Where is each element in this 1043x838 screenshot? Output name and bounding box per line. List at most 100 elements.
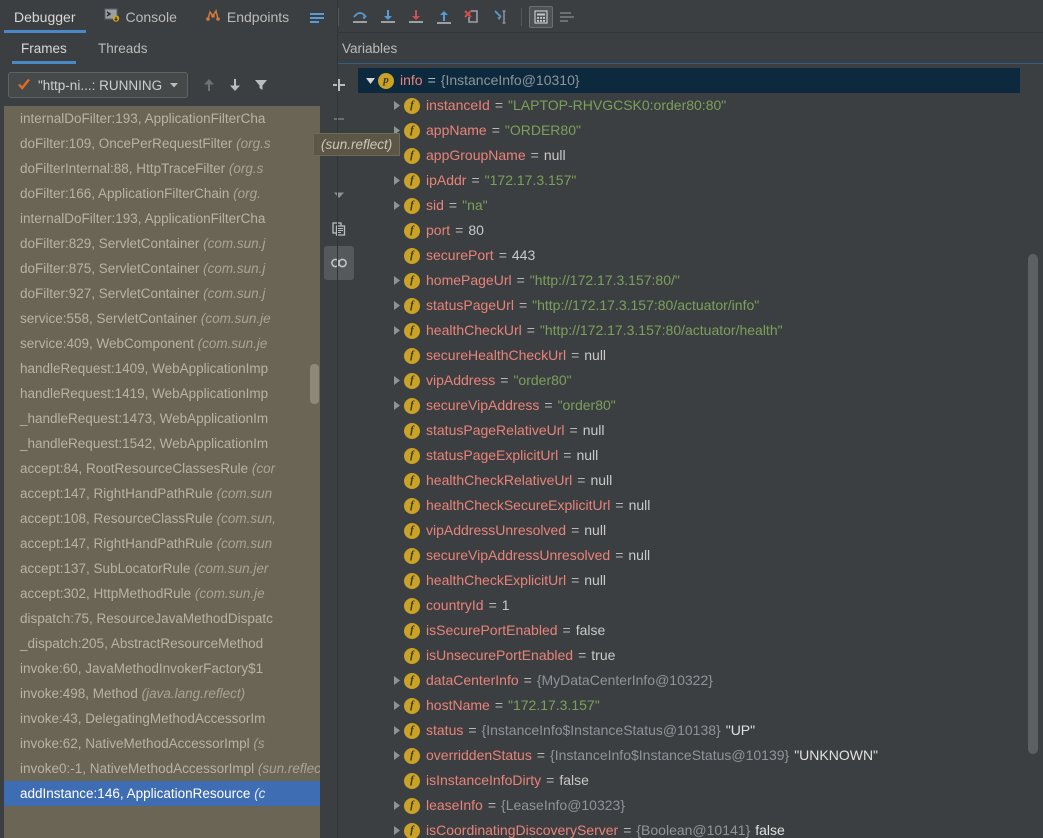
variable-row[interactable]: f isSecurePortEnabled = false	[358, 618, 1020, 643]
frame-row[interactable]: dispatch:75, ResourceJavaMethodDispatc	[0, 606, 320, 631]
frame-row[interactable]: _handleRequest:1542, WebApplicationIm	[0, 431, 320, 456]
variable-row[interactable]: f healthCheckRelativeUrl = null	[358, 468, 1020, 493]
filter-icon[interactable]	[248, 72, 274, 98]
variable-row[interactable]: f healthCheckSecureExplicitUrl = null	[358, 493, 1020, 518]
frame-row[interactable]: accept:137, SubLocatorRule (com.sun.jer	[0, 556, 320, 581]
chevron-right-icon[interactable]	[388, 693, 404, 718]
chevron-right-icon[interactable]	[388, 668, 404, 693]
variable-row[interactable]: f healthCheckUrl = "http://172.17.3.157:80/…	[358, 318, 1020, 343]
variable-row[interactable]: f secureVipAddress = "order80"	[358, 393, 1020, 418]
add-watch-icon[interactable]	[320, 68, 358, 102]
thread-selector[interactable]: "http-ni...: RUNNING	[8, 72, 189, 98]
variable-row[interactable]: f instanceId = "LAPTOP-RHVGCSK0:order80:80"	[358, 93, 1020, 118]
variable-row[interactable]: f appName = "ORDER80"	[358, 118, 1020, 143]
tab-console[interactable]: Console	[90, 0, 191, 33]
variables-scrollbar-thumb[interactable]	[1028, 254, 1038, 754]
variable-row[interactable]: f dataCenterInfo = {MyDataCenterInfo@10322}	[358, 668, 1020, 693]
variables-scrollbar[interactable]	[1028, 64, 1041, 838]
frame-row[interactable]: accept:147, RightHandPathRule (com.sun	[0, 481, 320, 506]
step-into-icon[interactable]	[374, 3, 402, 31]
frame-row[interactable]: accept:108, ResourceClassRule (com.sun,	[0, 506, 320, 531]
variable-row[interactable]: f isInstanceInfoDirty = false	[358, 768, 1020, 793]
variable-row[interactable]: f ipAddr = "172.17.3.157"	[358, 168, 1020, 193]
variable-row[interactable]: f hostName = "172.17.3.157"	[358, 693, 1020, 718]
settings-lines-icon[interactable]	[553, 3, 581, 31]
dropdown-icon[interactable]	[320, 178, 358, 212]
chevron-right-icon[interactable]	[388, 368, 404, 393]
chevron-right-icon[interactable]	[388, 793, 404, 818]
move-down-icon[interactable]	[222, 72, 248, 98]
frame-row[interactable]: doFilterInternal:88, HttpTraceFilter (or…	[0, 156, 320, 181]
frame-row[interactable]: internalDoFilter:193, ApplicationFilterC…	[0, 106, 320, 131]
variable-row[interactable]: f securePort = 443	[358, 243, 1020, 268]
variable-row[interactable]: f statusPageRelativeUrl = null	[358, 418, 1020, 443]
evaluate-expression-icon[interactable]	[529, 5, 554, 28]
step-out-icon[interactable]	[430, 3, 458, 31]
variable-row[interactable]: f statusPageUrl = "http://172.17.3.157:80/a…	[358, 293, 1020, 318]
remove-watch-icon[interactable]	[320, 102, 358, 136]
frame-row[interactable]: internalDoFilter:193, ApplicationFilterC…	[0, 206, 320, 231]
variable-row[interactable]: f appGroupName = null	[358, 143, 1020, 168]
chevron-right-icon[interactable]	[388, 193, 404, 218]
variable-row[interactable]: f statusPageExplicitUrl = null	[358, 443, 1020, 468]
tab-debugger[interactable]: Debugger	[0, 0, 90, 33]
frame-row[interactable]: accept:302, HttpMethodRule (com.sun.je	[0, 581, 320, 606]
variable-row[interactable]: f isCoordinatingDiscoveryServer = {Boolean@…	[358, 818, 1020, 838]
frame-row[interactable]: doFilter:166, ApplicationFilterChain (or…	[0, 181, 320, 206]
frame-row[interactable]: doFilter:829, ServletContainer (com.sun.…	[0, 231, 320, 256]
frame-row[interactable]: _handleRequest:1473, WebApplicationIm	[0, 406, 320, 431]
chevron-right-icon[interactable]	[388, 718, 404, 743]
copy-icon[interactable]	[320, 212, 358, 246]
variable-row[interactable]: f status = {InstanceInfo$InstanceStatus@101…	[358, 718, 1020, 743]
chevron-right-icon[interactable]	[388, 168, 404, 193]
variable-row[interactable]: f port = 80	[358, 218, 1020, 243]
frame-row[interactable]: doFilter:927, ServletContainer (com.sun.…	[0, 281, 320, 306]
run-to-cursor-icon[interactable]	[486, 3, 514, 31]
chevron-right-icon[interactable]	[388, 293, 404, 318]
frame-row[interactable]: handleRequest:1419, WebApplicationImp	[0, 381, 320, 406]
variable-row[interactable]: f countryId = 1	[358, 593, 1020, 618]
variables-tree[interactable]: p info = {InstanceInfo@10310} f instanceId = "L…	[358, 68, 1020, 838]
chevron-down-icon[interactable]	[362, 68, 378, 93]
tab-threads[interactable]: Threads	[85, 33, 161, 64]
variable-row[interactable]: f secureVipAddressUnresolved = null	[358, 543, 1020, 568]
chevron-right-icon[interactable]	[388, 93, 404, 118]
frame-row[interactable]: invoke0:-1, NativeMethodAccessorImpl (su…	[0, 756, 320, 781]
watches-icon[interactable]	[324, 246, 354, 280]
tab-frames[interactable]: Frames	[8, 33, 80, 64]
variable-row[interactable]: f overriddenStatus = {InstanceInfo$Instance…	[358, 743, 1020, 768]
step-over-icon[interactable]	[346, 3, 374, 31]
move-up-icon[interactable]	[196, 72, 222, 98]
chevron-right-icon[interactable]	[388, 268, 404, 293]
frames-scrollbar[interactable]	[309, 106, 320, 838]
frame-row[interactable]: doFilter:109, OncePerRequestFilter (org.…	[0, 131, 320, 156]
frame-row[interactable]: invoke:43, DelegatingMethodAccessorIm	[0, 706, 320, 731]
frames-list[interactable]: internalDoFilter:193, ApplicationFilterC…	[0, 106, 320, 838]
chevron-right-icon[interactable]	[388, 318, 404, 343]
variable-row[interactable]: f leaseInfo = {LeaseInfo@10323}	[358, 793, 1020, 818]
frame-row[interactable]: doFilter:875, ServletContainer (com.sun.…	[0, 256, 320, 281]
variable-row[interactable]: f vipAddress = "order80"	[358, 368, 1020, 393]
variable-row[interactable]: f secureHealthCheckUrl = null	[358, 343, 1020, 368]
frame-row[interactable]: accept:84, RootResourceClassesRule (cor	[0, 456, 320, 481]
frame-row[interactable]: addInstance:146, ApplicationResource (c	[0, 781, 320, 806]
chevron-right-icon[interactable]	[388, 743, 404, 768]
chevron-right-icon[interactable]	[388, 393, 404, 418]
frames-scrollbar-thumb[interactable]	[310, 364, 319, 404]
frame-row[interactable]: invoke:498, Method (java.lang.reflect)	[0, 681, 320, 706]
frame-row[interactable]: _dispatch:205, AbstractResourceMethod	[0, 631, 320, 656]
tab-endpoints[interactable]: Endpoints	[191, 0, 303, 33]
frame-row[interactable]: handleRequest:1409, WebApplicationImp	[0, 356, 320, 381]
variable-row[interactable]: p info = {InstanceInfo@10310}	[358, 68, 1020, 93]
variable-row[interactable]: f vipAddressUnresolved = null	[358, 518, 1020, 543]
frame-row[interactable]: service:558, ServletContainer (com.sun.j…	[0, 306, 320, 331]
variable-row[interactable]: f isUnsecurePortEnabled = true	[358, 643, 1020, 668]
frame-row[interactable]: service:409, WebComponent (com.sun.je	[0, 331, 320, 356]
variable-row[interactable]: f sid = "na"	[358, 193, 1020, 218]
drop-frame-icon[interactable]	[458, 3, 486, 31]
variable-row[interactable]: f homePageUrl = "http://172.17.3.157:80/"	[358, 268, 1020, 293]
frame-row[interactable]: accept:147, RightHandPathRule (com.sun	[0, 531, 320, 556]
chevron-right-icon[interactable]	[388, 818, 404, 838]
frame-row[interactable]: invoke:60, JavaMethodInvokerFactory$1	[0, 656, 320, 681]
layout-lines-icon[interactable]	[303, 3, 331, 31]
